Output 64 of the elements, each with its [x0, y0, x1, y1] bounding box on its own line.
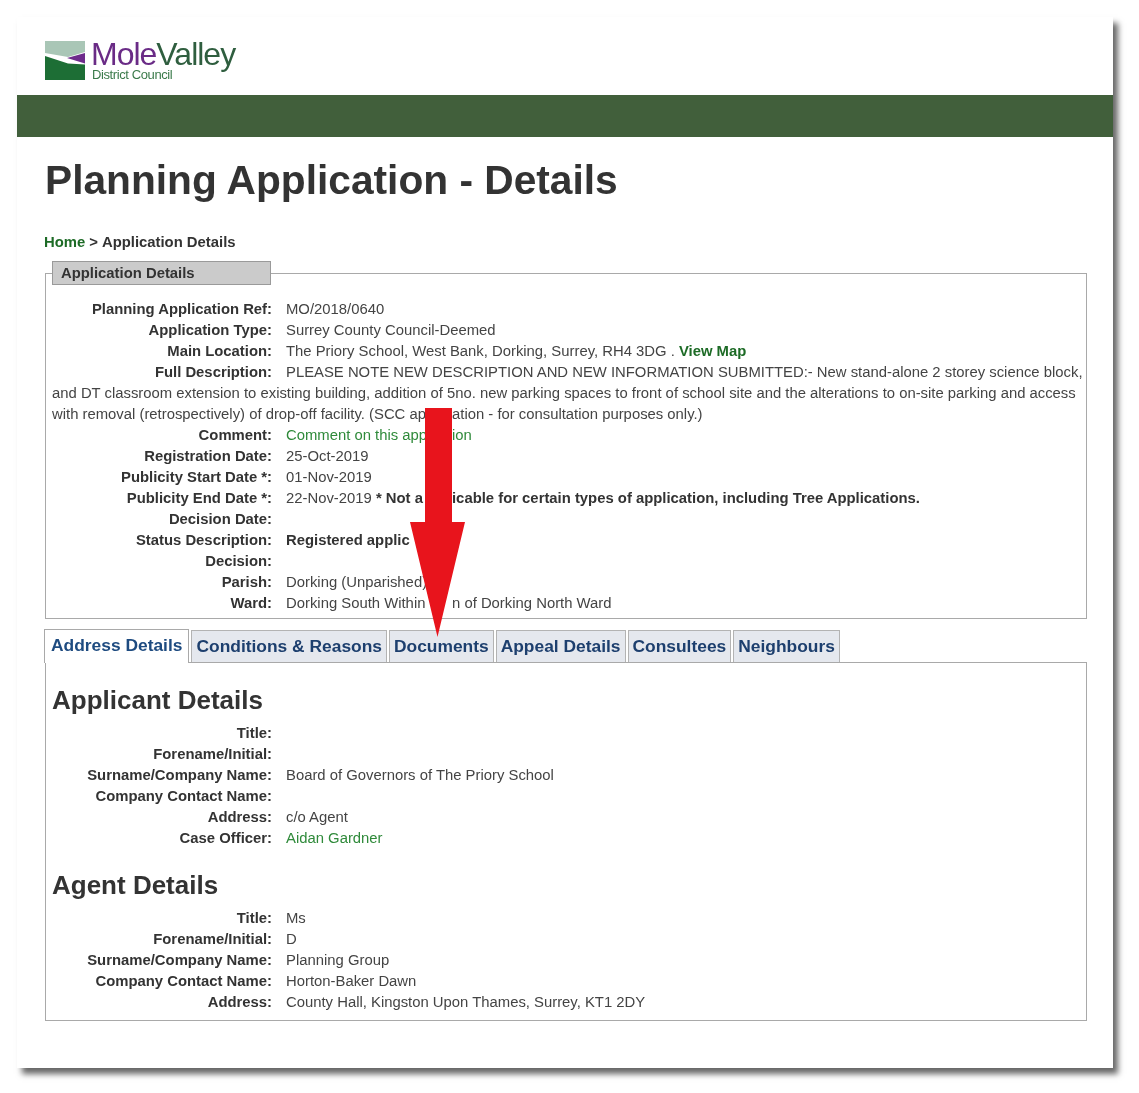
field-value: Surrey County Council-Deemed: [286, 321, 496, 338]
breadcrumb-link[interactable]: Home: [44, 234, 86, 250]
breadcrumb-separator: >: [89, 234, 98, 250]
panel-legend: Application Details: [52, 261, 271, 285]
field-label: Forename/Initial:: [152, 745, 272, 764]
field-value: PLEASE NOTE NEW DESCRIPTION AND NEW INFORMATION SUBMITTED:- New stand-alone 2 storey science block,: [286, 363, 1083, 380]
field-value: The Priory School, West Bank, Dorking, Surrey, RH4 3DG .: [286, 342, 675, 359]
field-label: Application Type:: [147, 320, 272, 340]
field-value: MO/2018/0640: [286, 300, 385, 317]
logo-subtitle: District Council: [92, 67, 173, 82]
field-label: Address:: [206, 808, 272, 827]
field-label: Main Location:: [166, 341, 272, 361]
field-label: Registration Date:: [143, 446, 272, 466]
field-label: Ward:: [229, 593, 272, 613]
field-label: Title:: [235, 724, 272, 743]
tab[interactable]: Conditions & Reasons: [191, 629, 387, 662]
section-heading: Agent Details: [52, 869, 220, 900]
field-value: with removal (retrospectively) of drop-off facility. (SCC ap: [52, 405, 426, 422]
field-label: Company Contact Name:: [94, 787, 272, 806]
field-value: Horton-Baker Dawn: [286, 972, 417, 991]
tab[interactable]: Address Details: [44, 628, 190, 663]
field-label: Publicity Start Date *:: [120, 467, 272, 487]
logo-icon: [45, 40, 85, 80]
tab[interactable]: Appeal Details: [495, 629, 626, 662]
field-value: n of Dorking North Ward: [452, 593, 612, 613]
field-label: Surname/Company Name:: [86, 951, 272, 970]
field-label: Decision:: [204, 551, 272, 571]
tab[interactable]: Consultees: [627, 629, 732, 662]
note-text: icable for certain types of application, including Tree Applications.: [452, 488, 920, 508]
field-label: Title:: [235, 909, 272, 928]
breadcrumb-current: Application Details: [101, 234, 236, 250]
field-label: Address:: [206, 993, 272, 1012]
field-link[interactable]: Aidan Gardner: [286, 828, 383, 849]
tab[interactable]: Documents: [388, 629, 494, 662]
field-label: Case Officer:: [178, 829, 272, 848]
field-value: and DT classroom extension to existing building, addition of 5no. new parking spaces to front of school site and the alterations to on-site parking and access: [52, 384, 1076, 401]
field-value: ation - for consultation purposes only.): [452, 404, 703, 424]
field-label: Full Description:: [153, 362, 272, 382]
tab[interactable]: Neighbours: [733, 629, 840, 662]
field-value: Planning Group: [286, 951, 390, 970]
field-value: 22-Nov-2019: [286, 489, 372, 506]
field-link[interactable]: View Map: [678, 342, 747, 359]
field-link[interactable]: ion: [452, 424, 472, 446]
field-label: Status Description:: [134, 530, 272, 550]
field-label: Company Contact Name:: [94, 972, 272, 991]
field-label: Comment:: [197, 425, 272, 445]
field-label: Parish:: [220, 572, 272, 592]
field-value: Dorking South Within: [286, 594, 426, 611]
field-value: c/o Agent: [286, 808, 348, 827]
page-title: Planning Application - Details: [45, 157, 619, 204]
note-text: * Not a: [375, 489, 423, 506]
field-label: Planning Application Ref:: [90, 299, 272, 319]
field-label: Publicity End Date *:: [125, 488, 272, 508]
status-value: Registered applic: [286, 531, 410, 548]
field-value: Ms: [286, 909, 306, 928]
field-value: 01-Nov-2019: [286, 468, 372, 485]
field-value: Board of Governors of The Priory School: [286, 766, 554, 785]
field-value: 25-Oct-2019: [286, 447, 369, 464]
field-value: County Hall, Kingston Upon Thames, Surrey, KT1 2DY: [286, 993, 646, 1012]
field-label: Forename/Initial:: [152, 930, 272, 949]
field-label: Decision Date:: [167, 509, 272, 529]
field-label: Surname/Company Name:: [86, 766, 272, 785]
section-heading: Applicant Details: [52, 684, 264, 715]
field-value: D: [286, 930, 297, 949]
